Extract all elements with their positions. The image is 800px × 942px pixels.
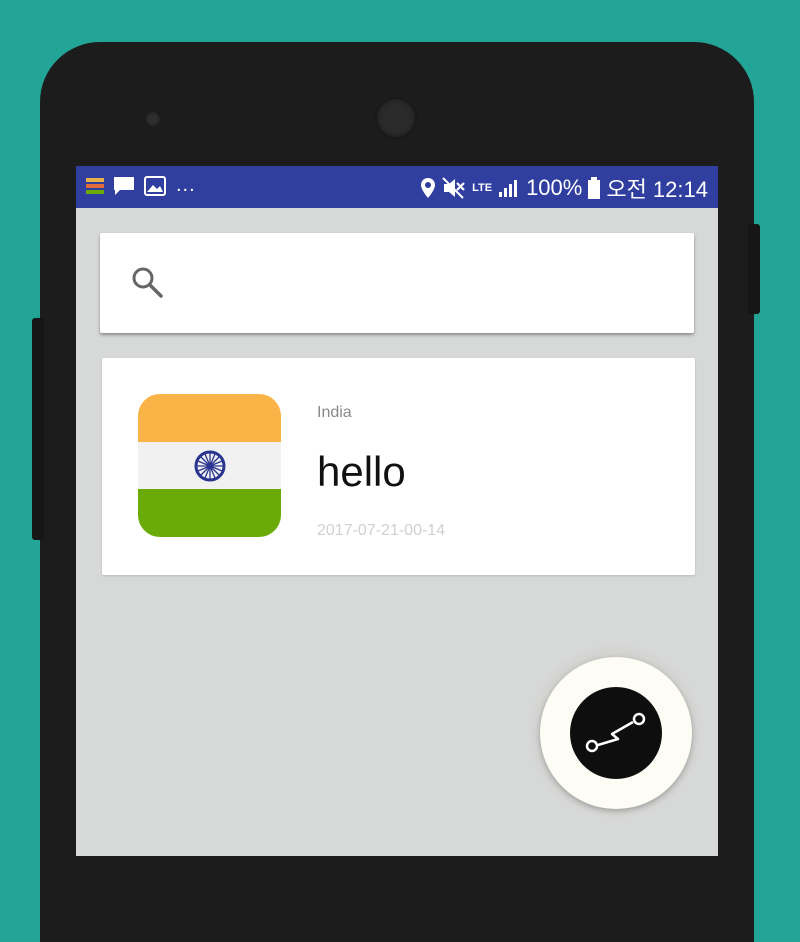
notification-icons: ... [86, 174, 196, 197]
message-text: hello [317, 448, 406, 495]
mute-icon [442, 177, 465, 199]
status-bar: ... LTE 100% 오전 12:14 [76, 166, 718, 208]
route-fab-button[interactable] [540, 657, 692, 809]
india-flag-icon [138, 394, 281, 537]
search-bar[interactable] [100, 233, 694, 333]
chakra-icon [194, 450, 226, 482]
more-notifications: ... [176, 174, 196, 196]
proximity-sensor [145, 111, 161, 127]
power-button [748, 224, 760, 314]
app-screen: ... LTE 100% 오전 12:14 India hello 2017-0… [76, 166, 718, 856]
location-icon [421, 178, 436, 198]
fab-icon-circle [570, 687, 662, 779]
signal-icon [499, 180, 518, 197]
image-icon [144, 175, 166, 196]
chat-icon [114, 176, 134, 195]
lte-indicator: LTE [472, 181, 493, 194]
country-label: India [317, 404, 352, 421]
volume-button [32, 318, 44, 540]
status-icons: LTE 100% 오전 12:14 [420, 172, 708, 204]
route-icon [585, 712, 646, 753]
app-icon [86, 177, 104, 194]
clock: 오전 12:14 [606, 177, 708, 202]
search-input[interactable] [180, 263, 664, 305]
list-item[interactable]: India hello 2017-07-21-00-14 [102, 358, 695, 575]
battery-percent: 100% [526, 175, 583, 200]
battery-icon [588, 177, 601, 199]
search-icon[interactable] [130, 265, 164, 299]
front-camera [375, 97, 417, 139]
timestamp: 2017-07-21-00-14 [317, 522, 446, 539]
